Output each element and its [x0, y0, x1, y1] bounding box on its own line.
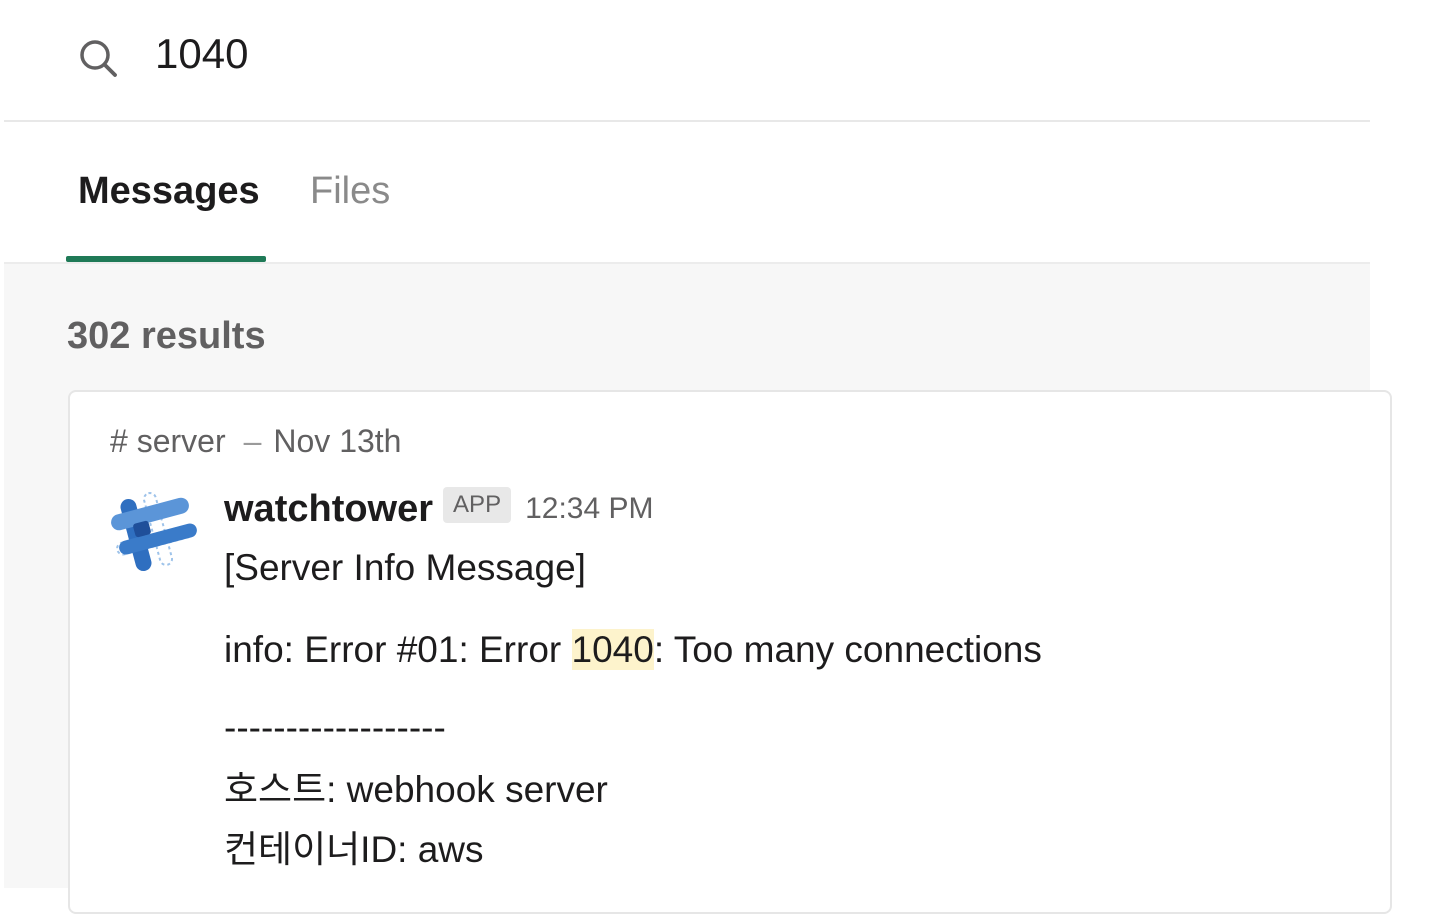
message-host-line: 호스트: webhook server [224, 769, 608, 810]
channel-link[interactable]: # server [110, 423, 226, 459]
tab-bar: Messages Files [4, 122, 1370, 264]
tab-files[interactable]: Files [310, 166, 390, 216]
info-prefix: info: Error #01: Error [224, 629, 572, 670]
results-count: 302 results [67, 315, 266, 357]
active-tab-indicator [66, 256, 266, 262]
message-divider: ------------------ [224, 707, 446, 748]
search-match-highlight: 1040 [571, 629, 654, 670]
tab-messages[interactable]: Messages [78, 166, 260, 216]
search-bar[interactable]: 1040 [4, 0, 1370, 122]
info-suffix: : Too many connections [653, 629, 1042, 670]
message-header: watchtower APP 12:34 PM [224, 484, 654, 534]
message-container-line: 컨테이너ID: aws [224, 829, 484, 870]
search-panel: 1040 Messages Files 302 results # server… [4, 0, 1392, 914]
search-input[interactable]: 1040 [155, 28, 248, 80]
message-timestamp[interactable]: 12:34 PM [525, 492, 653, 525]
result-meta: # server – Nov 13th [110, 420, 401, 462]
avatar[interactable] [104, 484, 200, 580]
result-date[interactable]: Nov 13th [273, 423, 401, 459]
sender-name[interactable]: watchtower [224, 488, 433, 530]
meta-separator: – [243, 423, 262, 459]
message-info-line: info: Error #01: Error 1040: Too many co… [224, 626, 1042, 674]
results-area: 302 results # server – Nov 13th watchtower… [4, 264, 1392, 914]
search-result-card[interactable]: # server – Nov 13th watchtower APP 12:34 PM … [68, 390, 1392, 914]
app-badge: APP [443, 487, 512, 523]
search-icon [80, 40, 117, 77]
message-title: [Server Info Message] [224, 547, 586, 588]
